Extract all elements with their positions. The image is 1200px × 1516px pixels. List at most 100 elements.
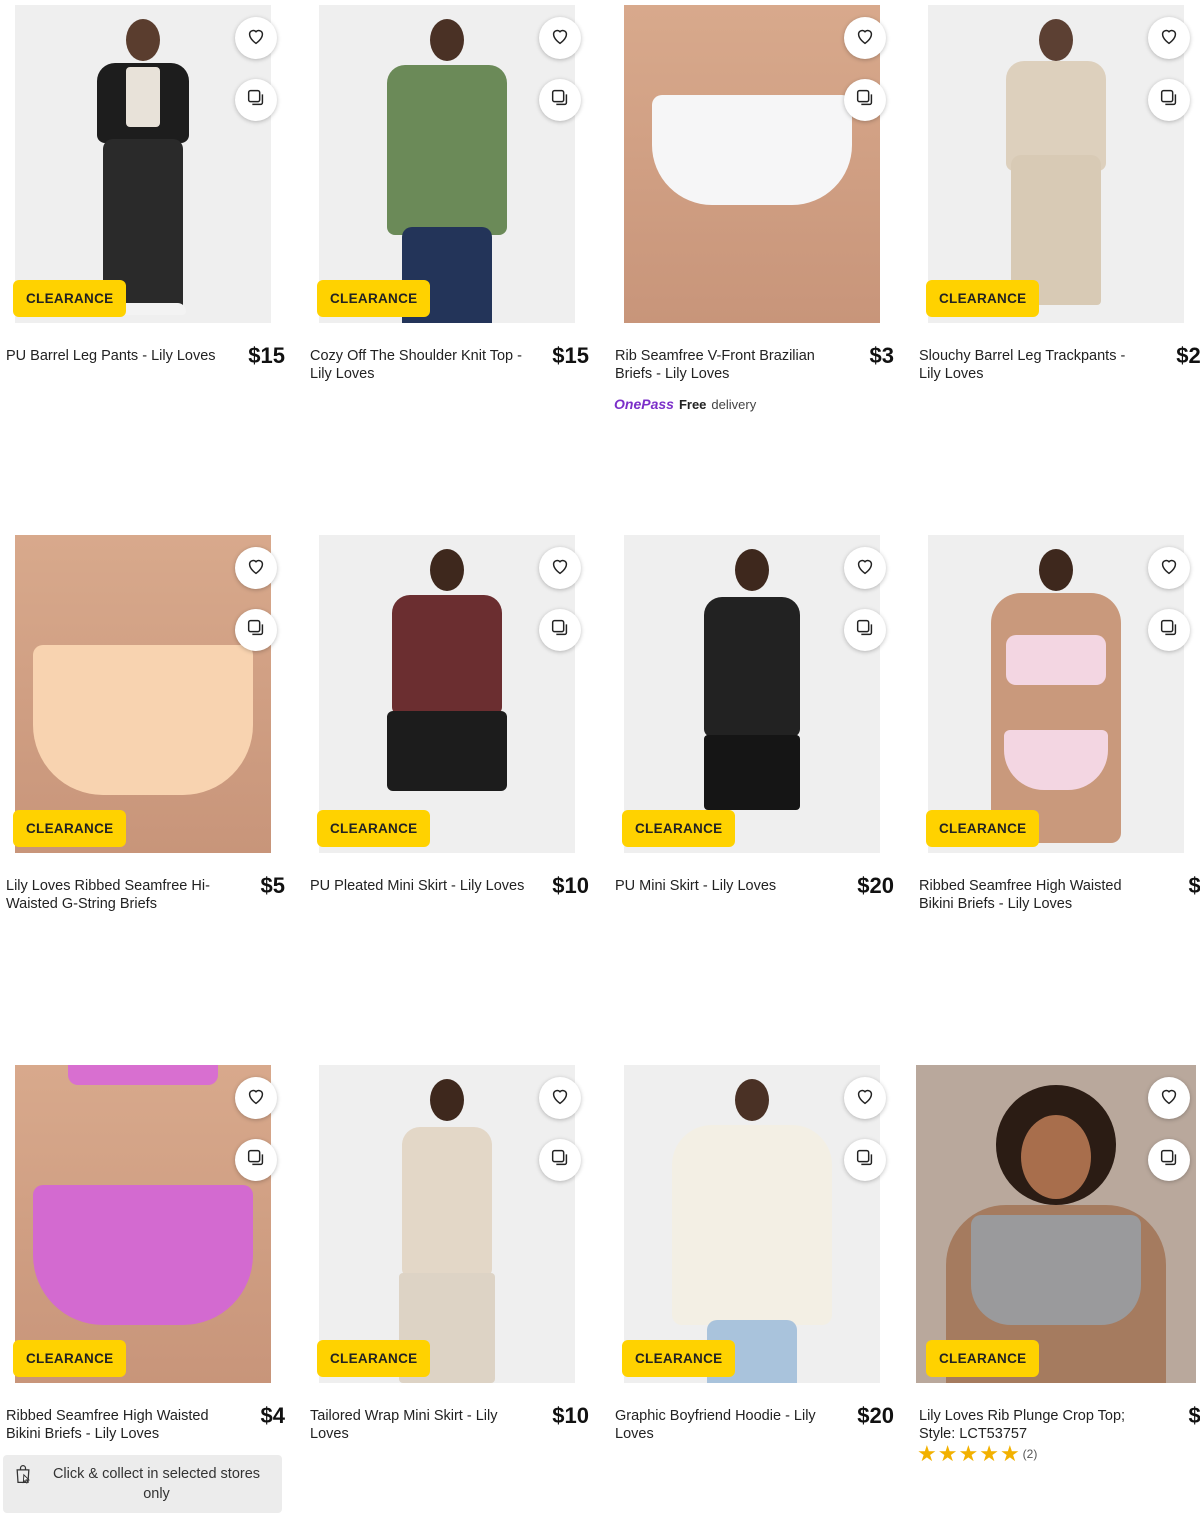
compare-button[interactable] bbox=[235, 79, 277, 121]
wishlist-button[interactable] bbox=[844, 1077, 886, 1119]
review-count: (2) bbox=[1022, 1447, 1038, 1461]
wishlist-button[interactable] bbox=[235, 17, 277, 59]
product-title[interactable]: Ribbed Seamfree High Waisted Bikini Brie… bbox=[919, 877, 1147, 913]
product-image[interactable] bbox=[15, 1065, 271, 1383]
compare-button[interactable] bbox=[844, 1139, 886, 1181]
product-price: $15 bbox=[552, 343, 589, 368]
compare-button[interactable] bbox=[235, 609, 277, 651]
product-title[interactable]: Graphic Boyfriend Hoodie - Lily Loves bbox=[615, 1407, 843, 1443]
wishlist-button[interactable] bbox=[539, 17, 581, 59]
wishlist-button[interactable] bbox=[844, 17, 886, 59]
product-price: $20 bbox=[857, 1403, 894, 1428]
product-title[interactable]: Cozy Off The Shoulder Knit Top - Lily Lo… bbox=[310, 347, 538, 383]
product-title[interactable]: Ribbed Seamfree High Waisted Bikini Brie… bbox=[6, 1407, 234, 1443]
clearance-badge: CLEARANCE bbox=[317, 810, 431, 847]
compare-icon bbox=[1158, 1147, 1180, 1174]
heart-icon bbox=[1158, 25, 1180, 52]
free-label: Free bbox=[678, 396, 707, 412]
product-title[interactable]: Slouchy Barrel Leg Trackpants - Lily Lov… bbox=[919, 347, 1147, 383]
clearance-badge: CLEARANCE bbox=[317, 1340, 431, 1377]
compare-button[interactable] bbox=[1148, 79, 1190, 121]
compare-button[interactable] bbox=[539, 79, 581, 121]
product-price: $10 bbox=[552, 873, 589, 898]
product-price: $10 bbox=[552, 1403, 589, 1428]
clearance-badge: CLEARANCE bbox=[926, 810, 1040, 847]
wishlist-button[interactable] bbox=[539, 1077, 581, 1119]
compare-button[interactable] bbox=[1148, 609, 1190, 651]
product-price: $3 bbox=[869, 343, 894, 368]
product-rating[interactable]: ★ ★ ★ ★ ★ (2) bbox=[917, 1443, 1037, 1465]
product-title[interactable]: PU Barrel Leg Pants - Lily Loves bbox=[6, 347, 234, 365]
product-price: $20 bbox=[1176, 343, 1200, 368]
product-title[interactable]: PU Pleated Mini Skirt - Lily Loves bbox=[310, 877, 538, 895]
wishlist-button[interactable] bbox=[1148, 1077, 1190, 1119]
compare-button[interactable] bbox=[844, 609, 886, 651]
product-title[interactable]: PU Mini Skirt - Lily Loves bbox=[615, 877, 843, 895]
heart-icon bbox=[1158, 1085, 1180, 1112]
clearance-badge: CLEARANCE bbox=[926, 280, 1040, 317]
click-collect-text: Click & collect in selected stores only bbox=[52, 1466, 261, 1502]
product-title[interactable]: Rib Seamfree V-Front Brazilian Briefs - … bbox=[615, 347, 843, 383]
product-image[interactable] bbox=[624, 1065, 880, 1383]
heart-icon bbox=[854, 1085, 876, 1112]
product-image[interactable] bbox=[15, 535, 271, 853]
compare-button[interactable] bbox=[235, 1139, 277, 1181]
compare-button[interactable] bbox=[1148, 1139, 1190, 1181]
product-image[interactable] bbox=[624, 5, 880, 323]
product-image[interactable] bbox=[928, 535, 1184, 853]
wishlist-button[interactable] bbox=[1148, 17, 1190, 59]
clearance-badge: CLEARANCE bbox=[317, 280, 431, 317]
clearance-badge: CLEARANCE bbox=[926, 1340, 1040, 1377]
compare-icon bbox=[1158, 87, 1180, 114]
compare-icon bbox=[854, 617, 876, 644]
heart-icon bbox=[549, 25, 571, 52]
product-image[interactable] bbox=[319, 1065, 575, 1383]
clearance-badge: CLEARANCE bbox=[13, 1340, 127, 1377]
product-image[interactable] bbox=[928, 5, 1184, 323]
compare-icon bbox=[245, 87, 267, 114]
star-icon: ★ bbox=[958, 1441, 979, 1466]
compare-icon bbox=[854, 1147, 876, 1174]
product-image[interactable] bbox=[15, 5, 271, 323]
compare-button[interactable] bbox=[844, 79, 886, 121]
product-price: $4 bbox=[1188, 873, 1200, 898]
compare-icon bbox=[549, 1147, 571, 1174]
wishlist-button[interactable] bbox=[235, 547, 277, 589]
product-price: $4 bbox=[260, 1403, 285, 1428]
product-title[interactable]: Tailored Wrap Mini Skirt - Lily Loves bbox=[310, 1407, 538, 1443]
product-price: $7 bbox=[1188, 1403, 1200, 1428]
compare-icon bbox=[549, 617, 571, 644]
heart-icon bbox=[1158, 555, 1180, 582]
compare-icon bbox=[245, 617, 267, 644]
shopping-bag-icon bbox=[13, 1464, 33, 1491]
heart-icon bbox=[245, 25, 267, 52]
compare-icon bbox=[245, 1147, 267, 1174]
star-icon: ★ bbox=[979, 1441, 999, 1466]
clearance-badge: CLEARANCE bbox=[13, 280, 127, 317]
compare-button[interactable] bbox=[539, 609, 581, 651]
clearance-badge: CLEARANCE bbox=[622, 1340, 736, 1377]
click-collect-notice: Click & collect in selected stores only bbox=[3, 1455, 282, 1513]
star-icon: ★ bbox=[999, 1441, 1020, 1466]
wishlist-button[interactable] bbox=[1148, 547, 1190, 589]
delivery-label: delivery bbox=[711, 396, 757, 412]
compare-icon bbox=[1158, 617, 1180, 644]
onepass-delivery: OnePass Free delivery bbox=[614, 396, 756, 412]
compare-icon bbox=[549, 87, 571, 114]
onepass-logo: OnePass bbox=[614, 396, 674, 412]
product-title[interactable]: Lily Loves Rib Plunge Crop Top; Style: L… bbox=[919, 1407, 1147, 1443]
product-price: $15 bbox=[248, 343, 285, 368]
clearance-badge: CLEARANCE bbox=[13, 810, 127, 847]
product-image[interactable] bbox=[319, 535, 575, 853]
heart-icon bbox=[245, 1085, 267, 1112]
product-title[interactable]: Lily Loves Ribbed Seamfree Hi-Waisted G-… bbox=[6, 877, 234, 913]
wishlist-button[interactable] bbox=[539, 547, 581, 589]
heart-icon bbox=[854, 25, 876, 52]
product-image[interactable] bbox=[319, 5, 575, 323]
heart-icon bbox=[854, 555, 876, 582]
wishlist-button[interactable] bbox=[235, 1077, 277, 1119]
product-image[interactable] bbox=[624, 535, 880, 853]
clearance-badge: CLEARANCE bbox=[622, 810, 736, 847]
compare-button[interactable] bbox=[539, 1139, 581, 1181]
wishlist-button[interactable] bbox=[844, 547, 886, 589]
